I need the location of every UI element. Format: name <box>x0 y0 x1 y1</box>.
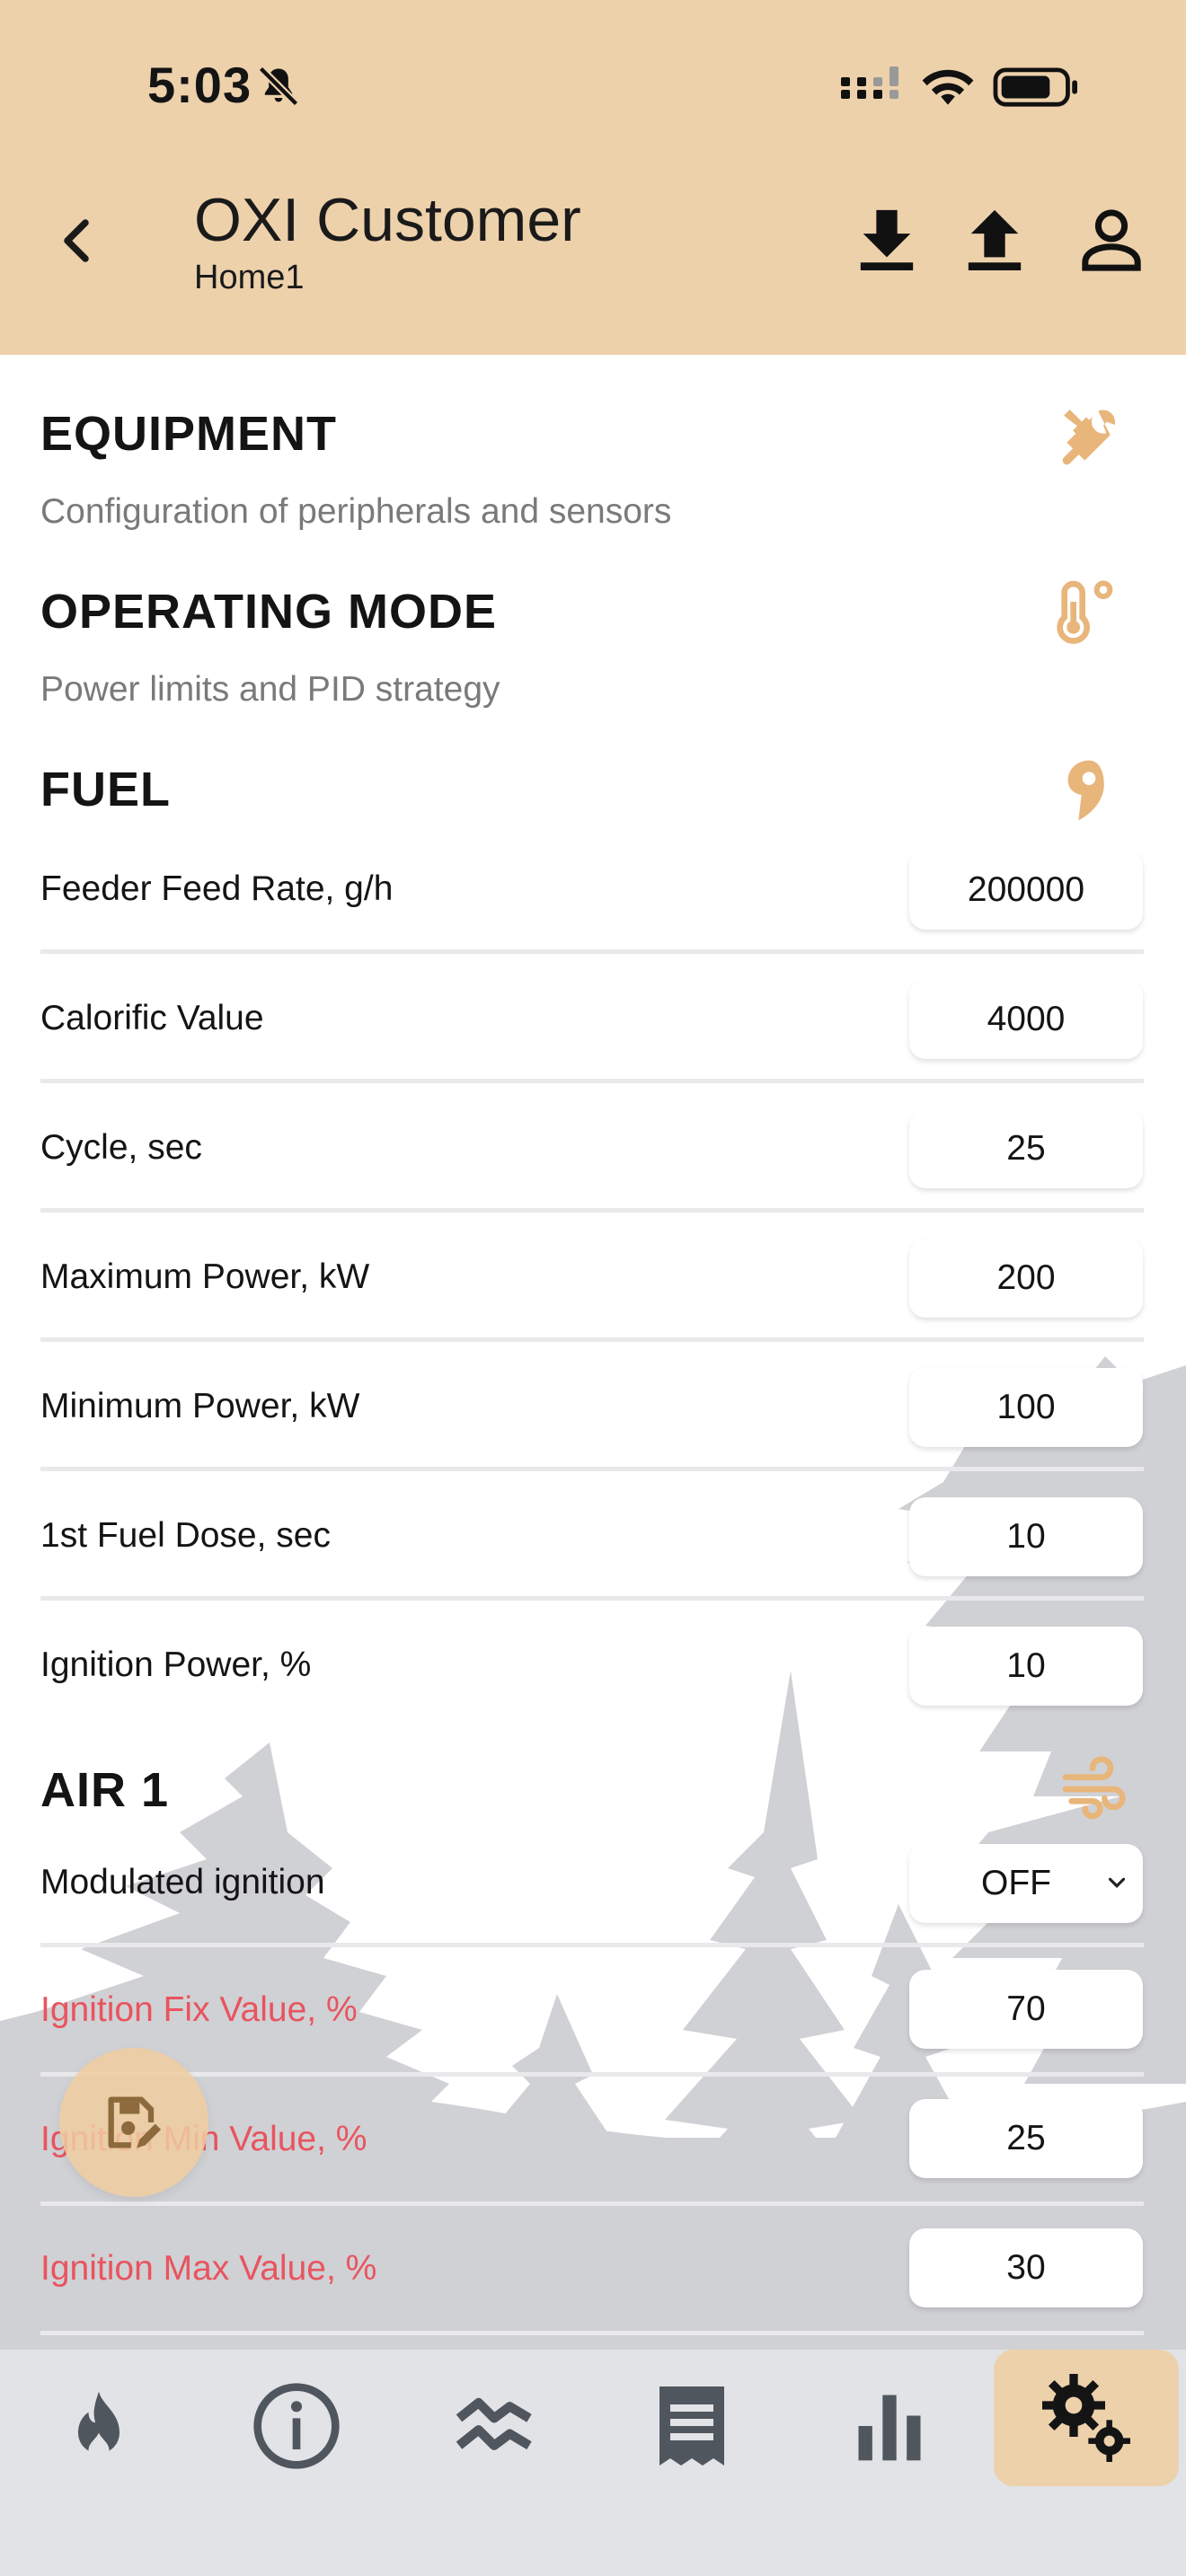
row-divider <box>40 2201 1144 2206</box>
section-title-fuel: FUEL <box>40 763 171 816</box>
row-divider <box>40 1596 1144 1601</box>
nav-fire[interactable] <box>22 2368 175 2484</box>
bell-muted-icon <box>258 66 299 107</box>
row-divider <box>40 949 1144 954</box>
air1-label-ignition-fix: Ignition Fix Value, % <box>40 1990 358 2029</box>
air1-label-modulated-ignition: Modulated ignition <box>40 1863 325 1901</box>
fuel-label-ignition-power: Ignition Power, % <box>40 1645 312 1684</box>
fuel-label-cycle: Cycle, sec <box>40 1128 202 1167</box>
wind-icon <box>1062 1756 1126 1820</box>
fuel-label-max-power: Maximum Power, kW <box>40 1257 370 1296</box>
wifi-icon <box>922 69 974 105</box>
tools-icon[interactable] <box>1055 401 1127 472</box>
section-title-operating-mode[interactable]: OPERATING MODE <box>40 584 497 640</box>
fuel-flame-icon <box>1067 760 1104 821</box>
cellular-signal-icon <box>841 66 898 99</box>
receipt-icon <box>659 2386 724 2466</box>
fuel-label-calorific-value: Calorific Value <box>40 999 264 1037</box>
page-title: OXI Customer <box>194 186 581 254</box>
row-divider <box>40 2331 1144 2335</box>
fuel-input-calorific-value[interactable]: 4000 <box>909 980 1143 1059</box>
air1-input-ignition-fix[interactable]: 70 <box>909 1970 1143 2049</box>
fuel-input-first-dose[interactable]: 10 <box>909 1497 1143 1576</box>
settings-icon <box>1042 2374 1130 2462</box>
nav-trend[interactable] <box>418 2368 571 2484</box>
air1-input-ignition-min[interactable]: 25 <box>909 2099 1143 2178</box>
row-divider <box>40 1943 1144 1947</box>
fuel-label-feed-rate: Feeder Feed Rate, g/h <box>40 869 394 908</box>
air1-input-ignition-max[interactable]: 30 <box>909 2228 1143 2307</box>
back-arrow-icon[interactable] <box>54 214 99 268</box>
nav-statistics[interactable] <box>813 2368 966 2484</box>
status-time: 5:03 <box>147 57 252 113</box>
bar-chart-icon <box>858 2395 921 2461</box>
nav-log[interactable] <box>615 2368 768 2484</box>
row-divider <box>40 1337 1144 1342</box>
modulated-ignition-select[interactable]: OFF <box>909 1844 1143 1923</box>
section-title-air1: AIR 1 <box>40 1763 170 1817</box>
row-divider <box>40 2072 1144 2077</box>
fuel-input-max-power[interactable]: 200 <box>909 1239 1143 1318</box>
fuel-input-feed-rate[interactable]: 200000 <box>909 851 1143 930</box>
page-subtitle: Home1 <box>194 259 305 296</box>
nav-settings[interactable] <box>994 2350 1179 2486</box>
air1-label-ignition-max: Ignition Max Value, % <box>40 2249 377 2288</box>
thermometer-icon[interactable] <box>1049 575 1121 647</box>
trend-icon <box>456 2397 532 2450</box>
upload-icon[interactable] <box>963 205 1026 273</box>
account-icon[interactable] <box>1080 205 1143 273</box>
info-icon <box>253 2383 340 2469</box>
modulated-ignition-value: OFF <box>981 1864 1051 1902</box>
nav-info[interactable] <box>220 2368 373 2484</box>
section-desc-operating-mode: Power limits and PID strategy <box>40 670 500 709</box>
battery-icon <box>993 67 1077 107</box>
app-header: 5:03 OXI Customer Home1 <box>0 0 1186 355</box>
fire-icon <box>78 2391 119 2461</box>
row-divider <box>40 1079 1144 1083</box>
save-edit-icon <box>108 2096 162 2148</box>
fuel-input-ignition-power[interactable]: 10 <box>909 1627 1143 1706</box>
section-title-equipment[interactable]: EQUIPMENT <box>40 406 337 462</box>
fuel-input-cycle[interactable]: 25 <box>909 1109 1143 1188</box>
row-divider <box>40 1467 1144 1471</box>
fuel-label-first-dose: 1st Fuel Dose, sec <box>40 1516 331 1555</box>
chevron-down-icon <box>1108 1877 1126 1888</box>
fuel-input-min-power[interactable]: 100 <box>909 1368 1143 1447</box>
forest-background-image <box>0 1356 1186 2353</box>
save-edit-button[interactable] <box>59 2048 208 2197</box>
row-divider <box>40 1208 1144 1213</box>
section-desc-equipment: Configuration of peripherals and sensors <box>40 492 672 531</box>
download-icon[interactable] <box>855 205 918 273</box>
fuel-label-min-power: Minimum Power, kW <box>40 1387 360 1425</box>
